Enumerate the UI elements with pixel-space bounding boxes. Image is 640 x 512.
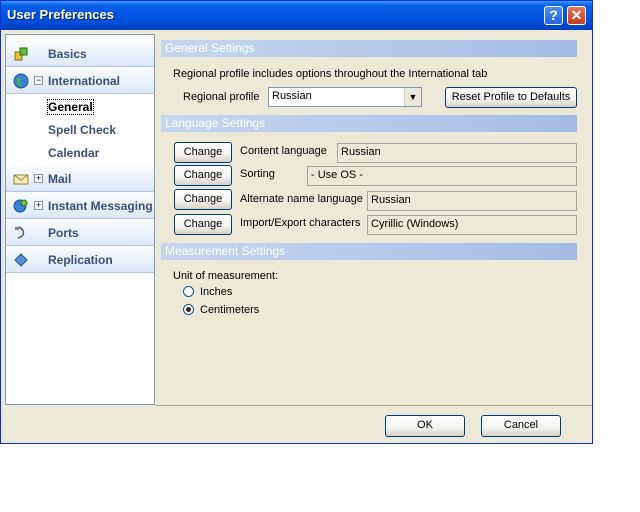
radio-selected-dot [186, 307, 191, 312]
language-settings-header: Language Settings [161, 115, 577, 132]
window-title: User Preferences [7, 7, 114, 22]
regional-profile-intro: Regional profile includes options throug… [173, 68, 488, 80]
mail-icon [13, 174, 29, 185]
centimeters-label[interactable]: Centimeters [200, 304, 259, 316]
nav-tree: Basics − International General Spell Che… [5, 34, 155, 405]
nav-item-replication[interactable]: Replication [6, 247, 154, 273]
nav-item-general[interactable]: General [47, 99, 94, 115]
ports-icon [15, 226, 25, 239]
regional-profile-label: Regional profile [183, 91, 260, 103]
nav-item-calendar[interactable]: Calendar [48, 146, 99, 160]
inches-radio[interactable] [183, 286, 194, 297]
change-alternate-name-language-button[interactable]: Change [174, 189, 232, 210]
nav-item-mail[interactable]: + Mail [6, 166, 154, 192]
nav-item-international[interactable]: − International [6, 68, 154, 94]
alternate-name-language-label: Alternate name language [240, 193, 363, 205]
sorting-value: - Use OS - [307, 166, 577, 186]
nav-label-mail: Mail [48, 172, 72, 186]
close-button[interactable]: ✕ [567, 6, 586, 25]
unit-of-measurement-label: Unit of measurement: [173, 270, 279, 282]
international-collapse-toggle[interactable]: − [34, 76, 43, 85]
alternate-name-language-value: Russian [367, 191, 577, 211]
content-language-value: Russian [337, 143, 577, 163]
user-preferences-window: User Preferences ? ✕ Basics − Internatio… [0, 0, 593, 444]
nav-label-ports: Ports [48, 226, 79, 240]
change-import-export-characters-button[interactable]: Change [174, 214, 232, 235]
mail-expand-toggle[interactable]: + [34, 174, 43, 183]
general-settings-header: General Settings [161, 40, 577, 57]
change-sorting-button[interactable]: Change [174, 165, 232, 186]
nav-item-ports[interactable]: Ports [6, 220, 154, 246]
cancel-button[interactable]: Cancel [481, 415, 561, 437]
sorting-label: Sorting [240, 168, 275, 180]
nav-label-basics: Basics [48, 47, 87, 61]
content-language-label: Content language [240, 145, 327, 157]
change-content-language-button[interactable]: Change [174, 142, 232, 163]
ok-button[interactable]: OK [385, 415, 465, 437]
nav-item-basics[interactable]: Basics [6, 41, 154, 67]
measurement-settings-header: Measurement Settings [161, 243, 577, 260]
nav-item-spell-check[interactable]: Spell Check [48, 123, 116, 137]
title-bar: User Preferences ? ✕ [1, 1, 592, 30]
instant-messaging-icon [13, 199, 28, 213]
import-export-characters-value: Cyrillic (Windows) [367, 215, 577, 235]
instant-messaging-expand-toggle[interactable]: + [34, 201, 43, 210]
inches-label[interactable]: Inches [200, 286, 232, 298]
regional-profile-select[interactable]: Russian ▼ [268, 87, 422, 107]
nav-item-instant-messaging[interactable]: + Instant Messaging [6, 193, 154, 219]
dropdown-arrow-icon[interactable]: ▼ [404, 88, 421, 106]
globe-icon [13, 73, 29, 89]
nav-label-instant-messaging: Instant Messaging [48, 199, 153, 213]
reset-profile-button[interactable]: Reset Profile to Defaults [445, 87, 577, 108]
help-button[interactable]: ? [544, 6, 563, 25]
regional-profile-value: Russian [272, 90, 312, 102]
centimeters-radio[interactable] [183, 304, 194, 315]
basics-icon [14, 47, 28, 61]
replication-icon [14, 253, 28, 267]
nav-label-international: International [48, 74, 121, 88]
footer-divider [155, 405, 592, 406]
nav-label-replication: Replication [48, 253, 113, 267]
import-export-characters-label: Import/Export characters [240, 217, 361, 229]
